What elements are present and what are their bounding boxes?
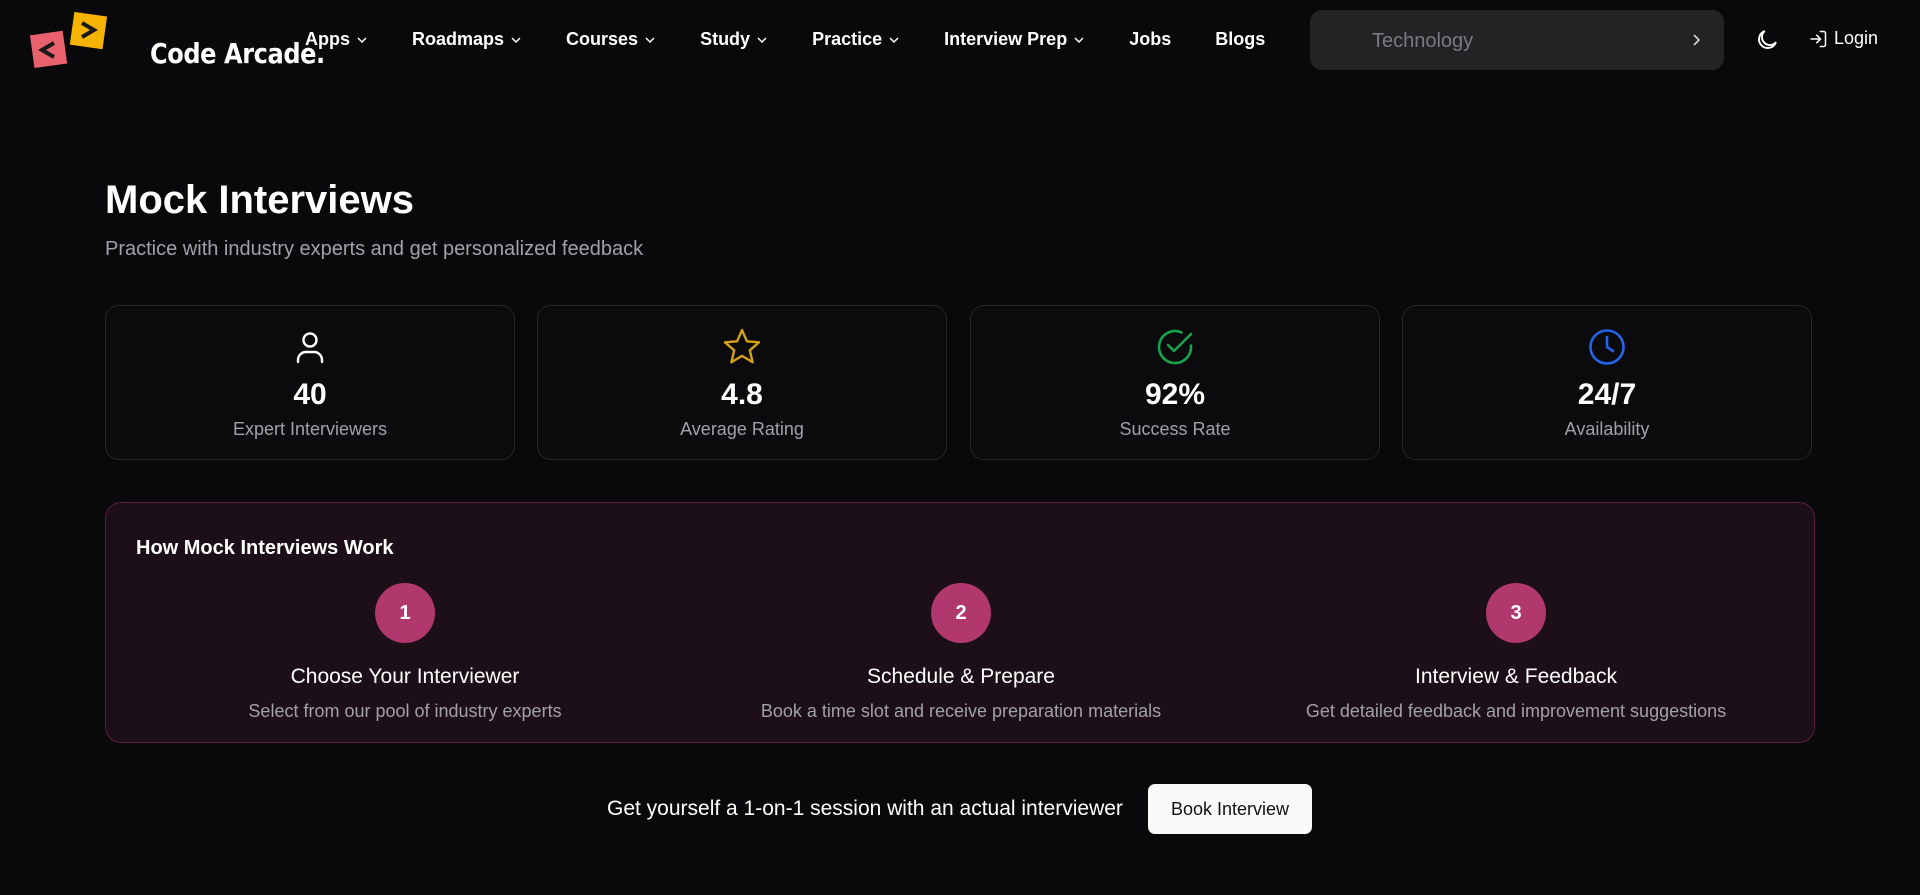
login-button[interactable]: Login xyxy=(1808,28,1878,49)
nav-roadmaps[interactable]: Roadmaps xyxy=(412,29,522,50)
stat-label: Availability xyxy=(1564,419,1650,439)
search-bar xyxy=(1310,10,1724,72)
nav-practice-label: Practice xyxy=(812,29,883,49)
step-number-badge: 3 xyxy=(1486,583,1546,643)
how-it-works-title: How Mock Interviews Work xyxy=(136,537,394,559)
nav-blogs[interactable]: Blogs xyxy=(1215,29,1265,50)
step-number-badge: 2 xyxy=(931,583,991,643)
nav-interview-prep[interactable]: Interview Prep xyxy=(944,29,1085,50)
how-it-works-panel: How Mock Interviews Work 1 Choose Your I… xyxy=(105,502,1815,743)
stat-card-success: 92% Success Rate xyxy=(970,305,1380,460)
nav-practice[interactable]: Practice xyxy=(812,29,900,50)
chevron-down-icon xyxy=(757,36,767,43)
chevron-down-icon xyxy=(645,36,655,43)
nav-study[interactable]: Study xyxy=(700,29,768,50)
step-title: Interview & Feedback xyxy=(1415,665,1617,688)
step-3: 3 Interview & Feedback Get detailed feed… xyxy=(1256,583,1776,722)
stat-value: 40 xyxy=(293,378,327,411)
page-subtitle: Practice with industry experts and get p… xyxy=(105,238,644,260)
step-description: Select from our pool of industry experts xyxy=(248,701,562,721)
top-navbar: Code Arcade. Apps Roadmaps Courses Study… xyxy=(0,0,1920,80)
chevron-right-icon[interactable] xyxy=(1688,32,1704,48)
login-label: Login xyxy=(1834,28,1879,48)
step-2: 2 Schedule & Prepare Book a time slot an… xyxy=(701,583,1221,722)
main-menu: Apps Roadmaps Courses Study Practice Int… xyxy=(305,29,1309,50)
clock-icon xyxy=(1589,329,1625,365)
stat-card-rating: 4.8 Average Rating xyxy=(537,305,947,460)
page-title: Mock Interviews xyxy=(105,178,415,222)
moon-icon[interactable] xyxy=(1754,27,1780,53)
chevron-down-icon xyxy=(511,36,521,43)
book-interview-button[interactable]: Book Interview xyxy=(1148,784,1312,834)
stat-card-availability: 24/7 Availability xyxy=(1402,305,1812,460)
brand-name: Code Arcade. xyxy=(150,37,325,70)
nav-courses-label: Courses xyxy=(566,29,639,49)
nav-interview-prep-label: Interview Prep xyxy=(944,29,1068,49)
nav-apps[interactable]: Apps xyxy=(305,29,368,50)
stat-value: 4.8 xyxy=(721,378,763,411)
nav-blogs-label: Blogs xyxy=(1215,29,1266,49)
stat-value: 24/7 xyxy=(1577,378,1637,411)
cta-text: Get yourself a 1-on-1 session with an ac… xyxy=(607,797,1123,820)
step-title: Schedule & Prepare xyxy=(867,665,1055,688)
stat-card-interviewers: 40 Expert Interviewers xyxy=(105,305,515,460)
stat-value: 92% xyxy=(1144,378,1206,411)
stat-label: Expert Interviewers xyxy=(232,419,388,439)
star-icon xyxy=(723,328,761,364)
user-icon xyxy=(296,332,324,364)
nav-courses[interactable]: Courses xyxy=(566,29,656,50)
code-brackets-logo-icon xyxy=(30,12,108,69)
step-1: 1 Choose Your Interviewer Select from ou… xyxy=(145,583,665,722)
stat-label: Success Rate xyxy=(1119,419,1231,439)
nav-apps-label: Apps xyxy=(305,29,350,49)
chevron-down-icon xyxy=(889,36,899,43)
check-circle-icon xyxy=(1157,329,1193,365)
step-number-badge: 1 xyxy=(375,583,435,643)
nav-study-label: Study xyxy=(700,29,751,49)
login-icon xyxy=(1810,30,1827,47)
chevron-down-icon xyxy=(1074,36,1084,43)
search-input[interactable] xyxy=(1370,10,1674,72)
step-description: Get detailed feedback and improvement su… xyxy=(1305,701,1727,721)
stat-label: Average Rating xyxy=(680,419,804,439)
step-title: Choose Your Interviewer xyxy=(290,665,520,688)
step-description: Book a time slot and receive preparation… xyxy=(760,701,1162,721)
brand-logo[interactable]: Code Arcade. xyxy=(30,12,325,70)
nav-roadmaps-label: Roadmaps xyxy=(412,29,505,49)
nav-jobs[interactable]: Jobs xyxy=(1129,29,1171,50)
nav-jobs-label: Jobs xyxy=(1129,29,1172,49)
chevron-down-icon xyxy=(357,36,367,43)
